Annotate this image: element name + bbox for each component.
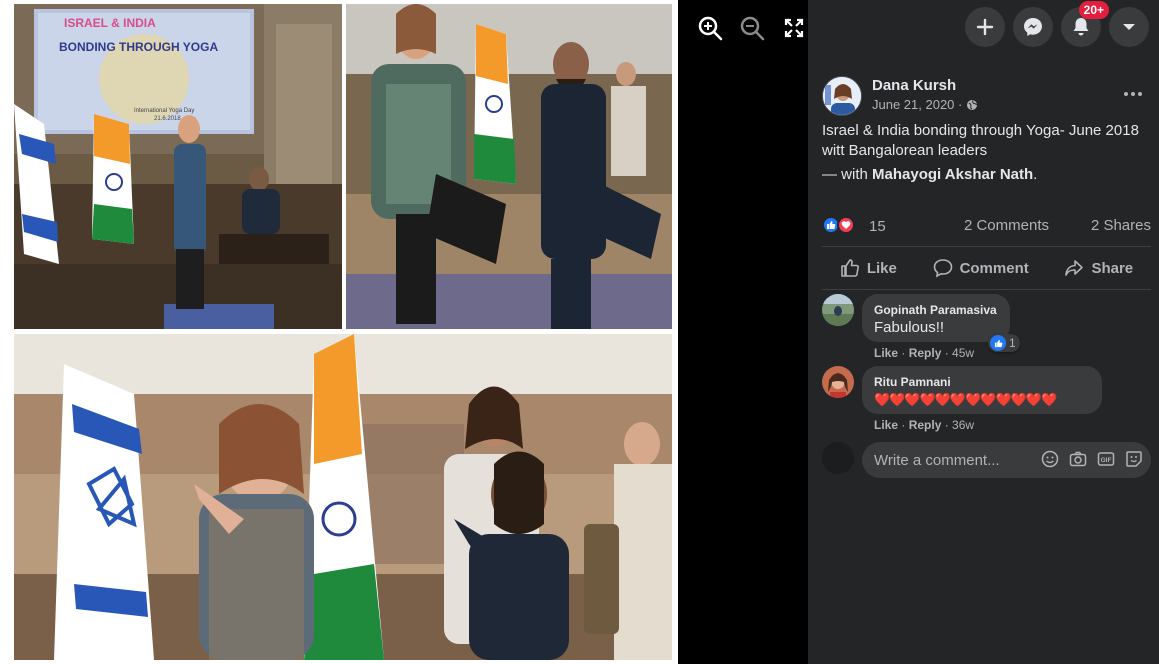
comment-reaction-count: 1: [1009, 336, 1016, 350]
slide-footer: International Yoga Day: [134, 108, 195, 114]
sticker-icon[interactable]: [1125, 450, 1143, 468]
post-header: Dana Kursh June 21, 2020 ·: [822, 76, 1145, 116]
photo-collage[interactable]: ISRAEL & INDIA BONDING THROUGH YOGA Inte…: [0, 0, 678, 664]
love-reaction-icon: [837, 216, 855, 234]
notifications-icon: [1073, 18, 1089, 36]
share-button-label: Share: [1091, 259, 1134, 277]
like-button[interactable]: Like: [840, 258, 897, 278]
post-caption: Israel & India bonding through Yoga- Jun…: [822, 121, 1152, 185]
photo-panel-conference-slide: ISRAEL & INDIA BONDING THROUGH YOGA Inte…: [14, 4, 342, 329]
post-action-bar: Like Comment Share: [822, 246, 1151, 290]
post-side-panel: 20+ Dana Kursh June 21, 2020 · Israel & …: [808, 0, 1159, 664]
svg-text:GIF: GIF: [1101, 457, 1112, 464]
comment-time[interactable]: 45w: [952, 346, 974, 360]
composer-tools: GIF: [1041, 450, 1143, 468]
viewer-toolbar: [696, 14, 808, 42]
slide-date: 21.6.2018: [154, 116, 181, 122]
comment-composer: GIF: [822, 442, 1151, 478]
post-author-name[interactable]: Dana Kursh: [872, 77, 956, 94]
tagged-person-link[interactable]: Mahayogi Akshar Nath: [872, 166, 1033, 183]
notifications-badge: 20+: [1078, 1, 1109, 19]
comment-icon: [933, 259, 952, 278]
current-user-avatar: [822, 442, 854, 474]
commenter-avatar[interactable]: [822, 294, 854, 326]
commenter-avatar[interactable]: [822, 366, 854, 398]
comment-time[interactable]: 36w: [952, 418, 974, 432]
slide-subtitle: BONDING THROUGH YOGA: [59, 40, 219, 54]
reaction-count[interactable]: 15: [869, 218, 886, 235]
share-icon: [1065, 260, 1084, 276]
messenger-button[interactable]: [1013, 7, 1053, 47]
like-reaction-icon: [990, 335, 1006, 351]
comment-reply-link[interactable]: Reply: [909, 418, 942, 432]
tagged-suffix: .: [1033, 166, 1038, 183]
account-menu-button[interactable]: [1109, 7, 1149, 47]
messenger-icon: [1024, 18, 1042, 36]
comment-text: Fabulous!!: [874, 319, 945, 336]
comment-item: Gopinath Paramasiva Fabulous!! 1 Like · …: [822, 294, 1142, 364]
fullscreen-icon[interactable]: [780, 14, 808, 42]
tagged-prefix: — with: [822, 166, 873, 183]
share-count-link[interactable]: 2 Shares: [1091, 217, 1151, 234]
account-menu-icon: [1123, 24, 1135, 30]
globe-icon: [967, 99, 978, 110]
comment-input-box[interactable]: GIF: [862, 442, 1151, 478]
post-tagged-with: — with Mahayogi Akshar Nath.: [822, 165, 1152, 185]
facebook-photo-viewer: ISRAEL & INDIA BONDING THROUGH YOGA Inte…: [0, 0, 1159, 664]
comment-bubble: Ritu Pamnani ❤️❤️❤️❤️❤️❤️❤️❤️❤️❤️❤️❤️: [862, 366, 1102, 414]
photo-viewer: ISRAEL & INDIA BONDING THROUGH YOGA Inte…: [0, 0, 808, 664]
comment-text: ❤️❤️❤️❤️❤️❤️❤️❤️❤️❤️❤️❤️: [874, 392, 1057, 407]
zoom-in-icon[interactable]: [696, 14, 724, 42]
post-date-text[interactable]: June 21, 2020 ·: [872, 97, 962, 112]
arms-extended-pose-photo: [14, 334, 672, 660]
zoom-out-icon[interactable]: [738, 14, 766, 42]
comment-meta: Like · Reply · 36w: [874, 418, 975, 432]
comment-count-link[interactable]: 2 Comments: [964, 217, 1049, 234]
comment-like-link[interactable]: Like: [874, 346, 898, 360]
like-icon: [841, 259, 859, 277]
author-avatar[interactable]: [822, 76, 862, 116]
comment-meta: Like · Reply · 45w: [874, 346, 975, 360]
slide-title: ISRAEL & INDIA: [64, 16, 156, 30]
post-reactions-summary: 15 2 Comments 2 Shares: [822, 215, 1151, 237]
plus-icon: [976, 18, 994, 36]
comment-item: Ritu Pamnani ❤️❤️❤️❤️❤️❤️❤️❤️❤️❤️❤️❤️ Li…: [822, 366, 1142, 436]
like-button-label: Like: [866, 259, 897, 277]
camera-icon[interactable]: [1069, 450, 1087, 468]
post-options-button[interactable]: [1121, 84, 1145, 104]
post-caption-line-1: Israel & India bonding through Yoga- Jun…: [822, 122, 1139, 139]
commenter-name[interactable]: Ritu Pamnani: [874, 374, 1090, 390]
share-button[interactable]: Share: [1064, 258, 1133, 278]
comment-reaction-badge[interactable]: 1: [988, 334, 1020, 352]
create-button[interactable]: [965, 7, 1005, 47]
post-caption-line-2: witt Bangalorean leaders: [822, 142, 988, 159]
photo-panel-namaste-pose: [346, 4, 672, 329]
comment-input[interactable]: [874, 451, 1024, 469]
comment-bubble: Gopinath Paramasiva Fabulous!!: [862, 294, 1010, 342]
commenter-name[interactable]: Gopinath Paramasiva: [874, 302, 998, 318]
comment-like-link[interactable]: Like: [874, 418, 898, 432]
comment-button[interactable]: Comment: [933, 258, 1029, 278]
emoji-icon[interactable]: [1041, 450, 1059, 468]
more-options-icon: [1124, 92, 1142, 96]
comment-reply-link[interactable]: Reply: [909, 346, 942, 360]
reaction-icons[interactable]: [822, 216, 855, 234]
post-date: June 21, 2020 ·: [872, 97, 978, 112]
notifications-button[interactable]: 20+: [1061, 1, 1109, 47]
photo-panel-arms-extended-pose: [14, 334, 672, 660]
comment-button-label: Comment: [959, 259, 1029, 277]
gif-icon[interactable]: GIF: [1097, 450, 1115, 468]
top-navigation-bar: 20+: [965, 1, 1149, 47]
namaste-pose-photo: [346, 4, 672, 329]
